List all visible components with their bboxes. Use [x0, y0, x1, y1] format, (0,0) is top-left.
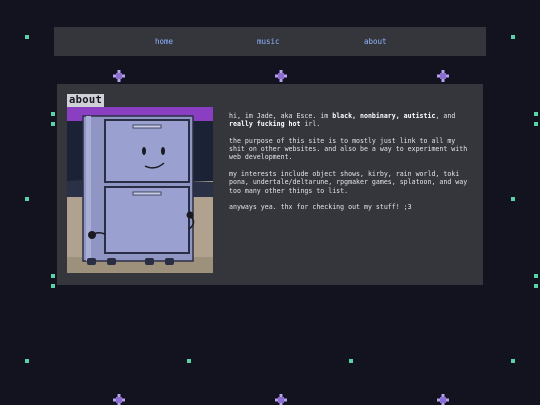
bio-purpose: the purpose of this site is to mostly ju… [229, 136, 468, 162]
bio-signoff: anyways yea. thx for checking out my stu… [229, 203, 412, 212]
bio-intro: hi, im Jade, aka Esce. im black, nonbina… [229, 112, 456, 129]
about-heading: about [67, 94, 105, 107]
nav-link-home[interactable]: home [155, 37, 173, 46]
bio-interests: my interests include object shows, kirby… [229, 170, 468, 195]
nav-link-music[interactable]: music [257, 37, 280, 46]
top-navbar: home music about [54, 27, 486, 56]
about-panel: about hi, im Jade, aka Esce. im black, n… [57, 84, 483, 285]
bio-text: hi, im Jade, aka Esce. im black, nonbina… [229, 112, 469, 220]
profile-image [67, 107, 213, 273]
nav-link-about[interactable]: about [364, 37, 387, 46]
